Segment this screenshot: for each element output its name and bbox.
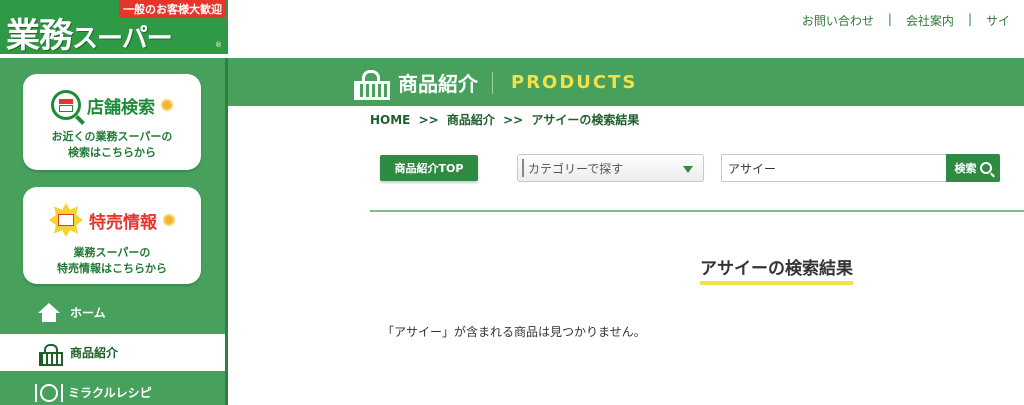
category-select-label: カテゴリーで探す bbox=[528, 161, 624, 176]
search-button[interactable]: 検索 bbox=[946, 154, 1000, 182]
breadcrumb-separator: >> bbox=[503, 113, 524, 127]
nav-link-site[interactable]: サイ bbox=[972, 12, 1024, 29]
sale-info-description: 業務スーパーの 特売情報はこちらから bbox=[23, 245, 201, 277]
result-heading: アサイーの検索結果 bbox=[700, 254, 853, 285]
section-banner: 商品紹介 PRODUCTS bbox=[228, 58, 1024, 106]
sale-info-line2: 特売情報はこちらから bbox=[57, 262, 167, 275]
sidebar-item-label: ミラクルレシピ bbox=[68, 386, 152, 400]
basket-icon bbox=[38, 343, 63, 366]
sale-info-card[interactable]: 特売情報 業務スーパーの 特売情報はこちらから bbox=[23, 187, 201, 284]
sale-info-title: 特売情報 bbox=[23, 203, 201, 237]
section-divider bbox=[370, 210, 1024, 212]
sale-info-line1: 業務スーパーの bbox=[73, 246, 151, 259]
breadcrumb-current: アサイーの検索結果 bbox=[531, 113, 640, 127]
breadcrumb-products[interactable]: 商品紹介 bbox=[447, 113, 495, 127]
products-top-button[interactable]: 商品紹介TOP bbox=[380, 155, 478, 181]
store-search-line1: お近くの業務スーパーの bbox=[51, 130, 173, 143]
store-search-label: 店舗検索 bbox=[87, 97, 155, 118]
result-message: 「アサイー」が含まれる商品は見つかりません。 bbox=[382, 325, 646, 339]
store-search-line2: 検索はこちらから bbox=[68, 146, 156, 159]
sidebar: 店舗検索 お近くの業務スーパーの 検索はこちらから 特売情報 業務スーパーの 特… bbox=[0, 58, 228, 405]
store-search-card[interactable]: 店舗検索 お近くの業務スーパーの 検索はこちらから bbox=[23, 74, 201, 170]
chevron-down-icon bbox=[683, 166, 693, 173]
sidebar-item-recipes[interactable]: ミラクルレシピ bbox=[0, 374, 225, 405]
breadcrumb-home[interactable]: HOME bbox=[370, 113, 410, 127]
arrow-dot-icon bbox=[161, 99, 173, 111]
banner-divider bbox=[492, 71, 493, 94]
search-button-label: 検索 bbox=[954, 162, 977, 175]
logo-registered-mark: ® bbox=[215, 41, 222, 49]
breadcrumb-separator: >> bbox=[418, 113, 439, 127]
banner-title: 商品紹介 bbox=[398, 72, 478, 96]
banner-content: 商品紹介 PRODUCTS bbox=[354, 68, 638, 100]
house-icon bbox=[38, 302, 60, 323]
plate-icon bbox=[35, 383, 63, 402]
logo-name-main: 業務 bbox=[6, 16, 73, 54]
store-search-icon bbox=[51, 90, 81, 120]
sidebar-item-label: 商品紹介 bbox=[70, 346, 119, 360]
sidebar-item-label: ホーム bbox=[70, 306, 106, 320]
nav-link-company[interactable]: 会社案内 bbox=[892, 12, 968, 29]
sidebar-item-home[interactable]: ホーム bbox=[0, 294, 225, 331]
logo-name-sub: スーパー bbox=[72, 24, 173, 54]
store-search-description: お近くの業務スーパーの 検索はこちらから bbox=[23, 129, 201, 161]
nav-link-contact[interactable]: お問い合わせ bbox=[788, 12, 888, 29]
logo-name: 業務スーパー bbox=[6, 8, 173, 54]
breadcrumb: HOME >> 商品紹介 >> アサイーの検索結果 bbox=[370, 111, 639, 128]
basket-icon bbox=[354, 69, 390, 100]
store-search-title: 店舗検索 bbox=[23, 90, 201, 120]
sale-info-label: 特売情報 bbox=[89, 212, 157, 233]
sale-flyer-icon bbox=[49, 203, 83, 237]
search-input[interactable] bbox=[721, 154, 946, 182]
banner-title-en: PRODUCTS bbox=[511, 72, 638, 93]
site-logo[interactable]: 一般のお客様大歓迎 業務スーパー ® bbox=[0, 0, 228, 54]
top-nav: お問い合わせ | 会社案内 | サイ bbox=[788, 12, 1024, 29]
search-icon bbox=[979, 162, 992, 174]
arrow-dot-icon bbox=[163, 214, 175, 226]
category-select[interactable]: カテゴリーで探す bbox=[517, 154, 704, 182]
sidebar-item-products[interactable]: 商品紹介 bbox=[0, 334, 225, 371]
